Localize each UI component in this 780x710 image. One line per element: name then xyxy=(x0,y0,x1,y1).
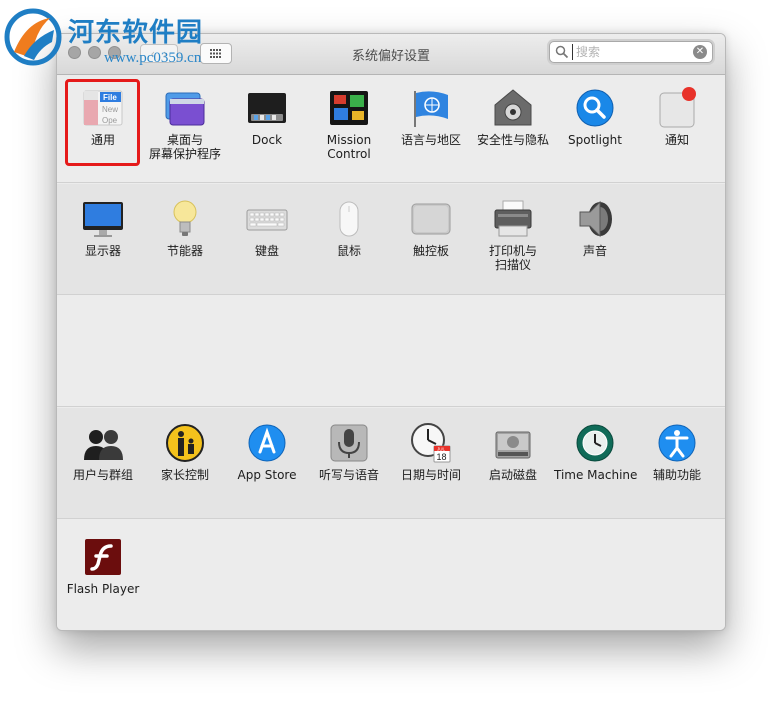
pane-label: 辅助功能 xyxy=(652,468,701,482)
notifications-icon xyxy=(656,87,698,129)
pane-users-groups[interactable]: 用户与群组 xyxy=(62,422,144,482)
pane-app-store[interactable]: App Store xyxy=(226,422,308,482)
pane-language-region[interactable]: 语言与地区 xyxy=(390,87,472,147)
pane-label: 触控板 xyxy=(412,244,449,258)
pane-displays[interactable]: 显示器 xyxy=(62,198,144,258)
pane-label: Dock xyxy=(251,133,283,147)
date-icon-month: JUL xyxy=(437,447,445,452)
desktop-screensaver-icon xyxy=(164,87,206,129)
pane-label: 安全性与隐私 xyxy=(476,133,549,147)
keyboard-icon xyxy=(246,198,288,240)
pane-date-time[interactable]: JUL 18 日期与时间 xyxy=(390,422,472,482)
watermark-logo-icon xyxy=(4,8,62,66)
pane-label: 用户与群组 xyxy=(72,468,133,482)
pane-trackpad[interactable]: 触控板 xyxy=(390,198,472,258)
pane-dictation-speech[interactable]: 听写与语音 xyxy=(308,422,390,482)
pane-parental-controls[interactable]: 家长控制 xyxy=(144,422,226,482)
general-icon-line1: New xyxy=(102,105,118,114)
pane-startup-disk[interactable]: 启动磁盘 xyxy=(472,422,554,482)
pane-desktop-screensaver[interactable]: 桌面与 屏幕保护程序 xyxy=(144,87,226,161)
pane-energy-saver[interactable]: 节能器 xyxy=(144,198,226,258)
pane-label: 听写与语音 xyxy=(318,468,379,482)
pane-label: 桌面与 屏幕保护程序 xyxy=(148,133,221,161)
pane-label: 日期与时间 xyxy=(400,468,461,482)
trackpad-icon xyxy=(410,198,452,240)
accessibility-icon xyxy=(656,422,698,464)
dock-icon xyxy=(246,87,288,129)
dictation-speech-icon xyxy=(328,422,370,464)
parental-controls-icon xyxy=(164,422,206,464)
pane-spotlight[interactable]: Spotlight xyxy=(554,87,636,147)
time-machine-icon xyxy=(574,422,616,464)
pane-label: 显示器 xyxy=(84,244,121,258)
pane-label: 启动磁盘 xyxy=(488,468,537,482)
mission-control-icon xyxy=(328,87,370,129)
preferences-section-hardware: 显示器 节能器 键盘 鼠标 触控板 打印机与 扫描仪 声音 xyxy=(57,184,725,295)
preferences-section-system: 用户与群组 家长控制 App Store 听写与语音 JUL 18 日期与时间 … xyxy=(57,408,725,519)
pane-mouse[interactable]: 鼠标 xyxy=(308,198,390,258)
pane-label: 键盘 xyxy=(254,244,279,258)
preferences-section-other: Flash Player xyxy=(57,520,725,630)
startup-disk-icon xyxy=(492,422,534,464)
pane-security-privacy[interactable]: 安全性与隐私 xyxy=(472,87,554,147)
pane-label: 通知 xyxy=(664,133,689,147)
users-groups-icon xyxy=(82,422,124,464)
pane-label: App Store xyxy=(237,468,297,482)
pane-general[interactable]: File New Ope 通用 xyxy=(62,87,144,147)
spotlight-icon xyxy=(574,87,616,129)
pane-label: 通用 xyxy=(90,133,115,147)
security-privacy-icon xyxy=(492,87,534,129)
pane-label: 家长控制 xyxy=(160,468,209,482)
app-store-icon xyxy=(246,422,288,464)
preferences-section-personal: File New Ope 通用 桌面与 屏幕保护程序 Dock Mission … xyxy=(57,75,725,183)
general-icon-tab: File xyxy=(103,93,117,102)
pane-label: Mission Control xyxy=(326,133,372,161)
date-icon-day: 18 xyxy=(437,452,447,462)
watermark-url: www.pc0359.cn xyxy=(104,50,202,66)
pane-notifications[interactable]: 通知 xyxy=(636,87,718,147)
pane-time-machine[interactable]: Time Machine xyxy=(554,422,638,482)
sound-icon xyxy=(574,198,616,240)
pane-sound[interactable]: 声音 xyxy=(554,198,636,258)
search-field[interactable]: ✕ xyxy=(549,41,713,63)
energy-saver-icon xyxy=(164,198,206,240)
displays-icon xyxy=(82,198,124,240)
pane-accessibility[interactable]: 辅助功能 xyxy=(636,422,718,482)
flash-player-icon xyxy=(82,536,124,578)
general-icon-line2: Ope xyxy=(102,116,118,125)
search-input[interactable] xyxy=(572,44,694,60)
printer-scanner-icon xyxy=(492,198,534,240)
pane-label: Time Machine xyxy=(554,468,638,482)
pane-label: 鼠标 xyxy=(336,244,361,258)
search-icon xyxy=(555,45,569,59)
date-time-icon: JUL 18 xyxy=(410,422,452,464)
watermark-title: 河东软件园 xyxy=(68,18,204,48)
pane-label: 打印机与 扫描仪 xyxy=(488,244,537,272)
clear-search-icon[interactable]: ✕ xyxy=(693,45,707,59)
preferences-section-internet xyxy=(57,296,725,407)
pane-dock[interactable]: Dock xyxy=(226,87,308,147)
system-preferences-window: ‹ › 系统偏好设置 ✕ xyxy=(56,33,726,631)
pane-label: 声音 xyxy=(582,244,607,258)
pane-flash-player[interactable]: Flash Player xyxy=(62,536,144,596)
pane-printers-scanners[interactable]: 打印机与 扫描仪 xyxy=(472,198,554,272)
pane-label: 节能器 xyxy=(166,244,203,258)
watermark: 河东软件园 www.pc0359.cn xyxy=(4,8,214,68)
pane-label: 语言与地区 xyxy=(400,133,461,147)
mouse-icon xyxy=(328,198,370,240)
pane-keyboard[interactable]: 键盘 xyxy=(226,198,308,258)
pane-mission-control[interactable]: Mission Control xyxy=(308,87,390,161)
pane-label: Spotlight xyxy=(568,133,622,147)
language-region-icon xyxy=(410,87,452,129)
pane-label: Flash Player xyxy=(66,582,140,596)
general-icon: File New Ope xyxy=(82,87,124,129)
